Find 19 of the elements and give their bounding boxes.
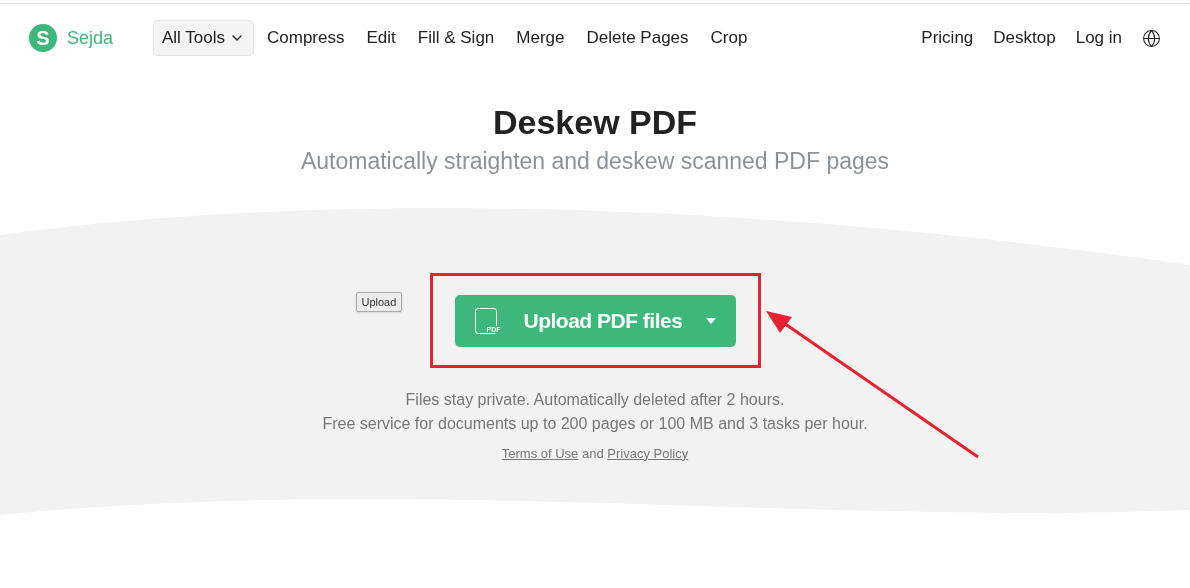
caret-icon <box>705 317 716 324</box>
page-title: Deskew PDF <box>492 102 698 142</box>
nav-link[interactable]: Desktop <box>993 25 1056 51</box>
privacy-link[interactable]: Privacy Policy <box>607 445 689 461</box>
nav-link[interactable]: Log in <box>1075 25 1122 51</box>
terms-link[interactable]: Terms of Use <box>501 445 579 461</box>
language-globe-icon[interactable] <box>1142 28 1161 48</box>
nav-link[interactable]: Crop <box>710 25 748 51</box>
nav-link[interactable]: Fill & Sign <box>417 25 495 51</box>
info-text: Free service for documents up to 200 pages or 100 MB and 3 tasks per hour. <box>322 413 868 434</box>
legal-text: Terms of Use and Privacy Policy <box>501 444 689 463</box>
nav-link[interactable]: Edit <box>366 25 396 51</box>
info-text: Files stay private. Automatically deleted after 2 hours. <box>405 389 785 410</box>
nav-link[interactable]: Compress <box>267 25 345 51</box>
page-subtitle: Automatically straighten and deskew scanned PDF pages <box>300 147 890 176</box>
all-tools-dropdown[interactable]: All Tools <box>153 20 254 56</box>
nav-link[interactable]: Merge <box>516 25 565 51</box>
nav-link[interactable]: Delete Pages <box>586 25 689 51</box>
nav-link[interactable]: Pricing <box>921 25 974 51</box>
